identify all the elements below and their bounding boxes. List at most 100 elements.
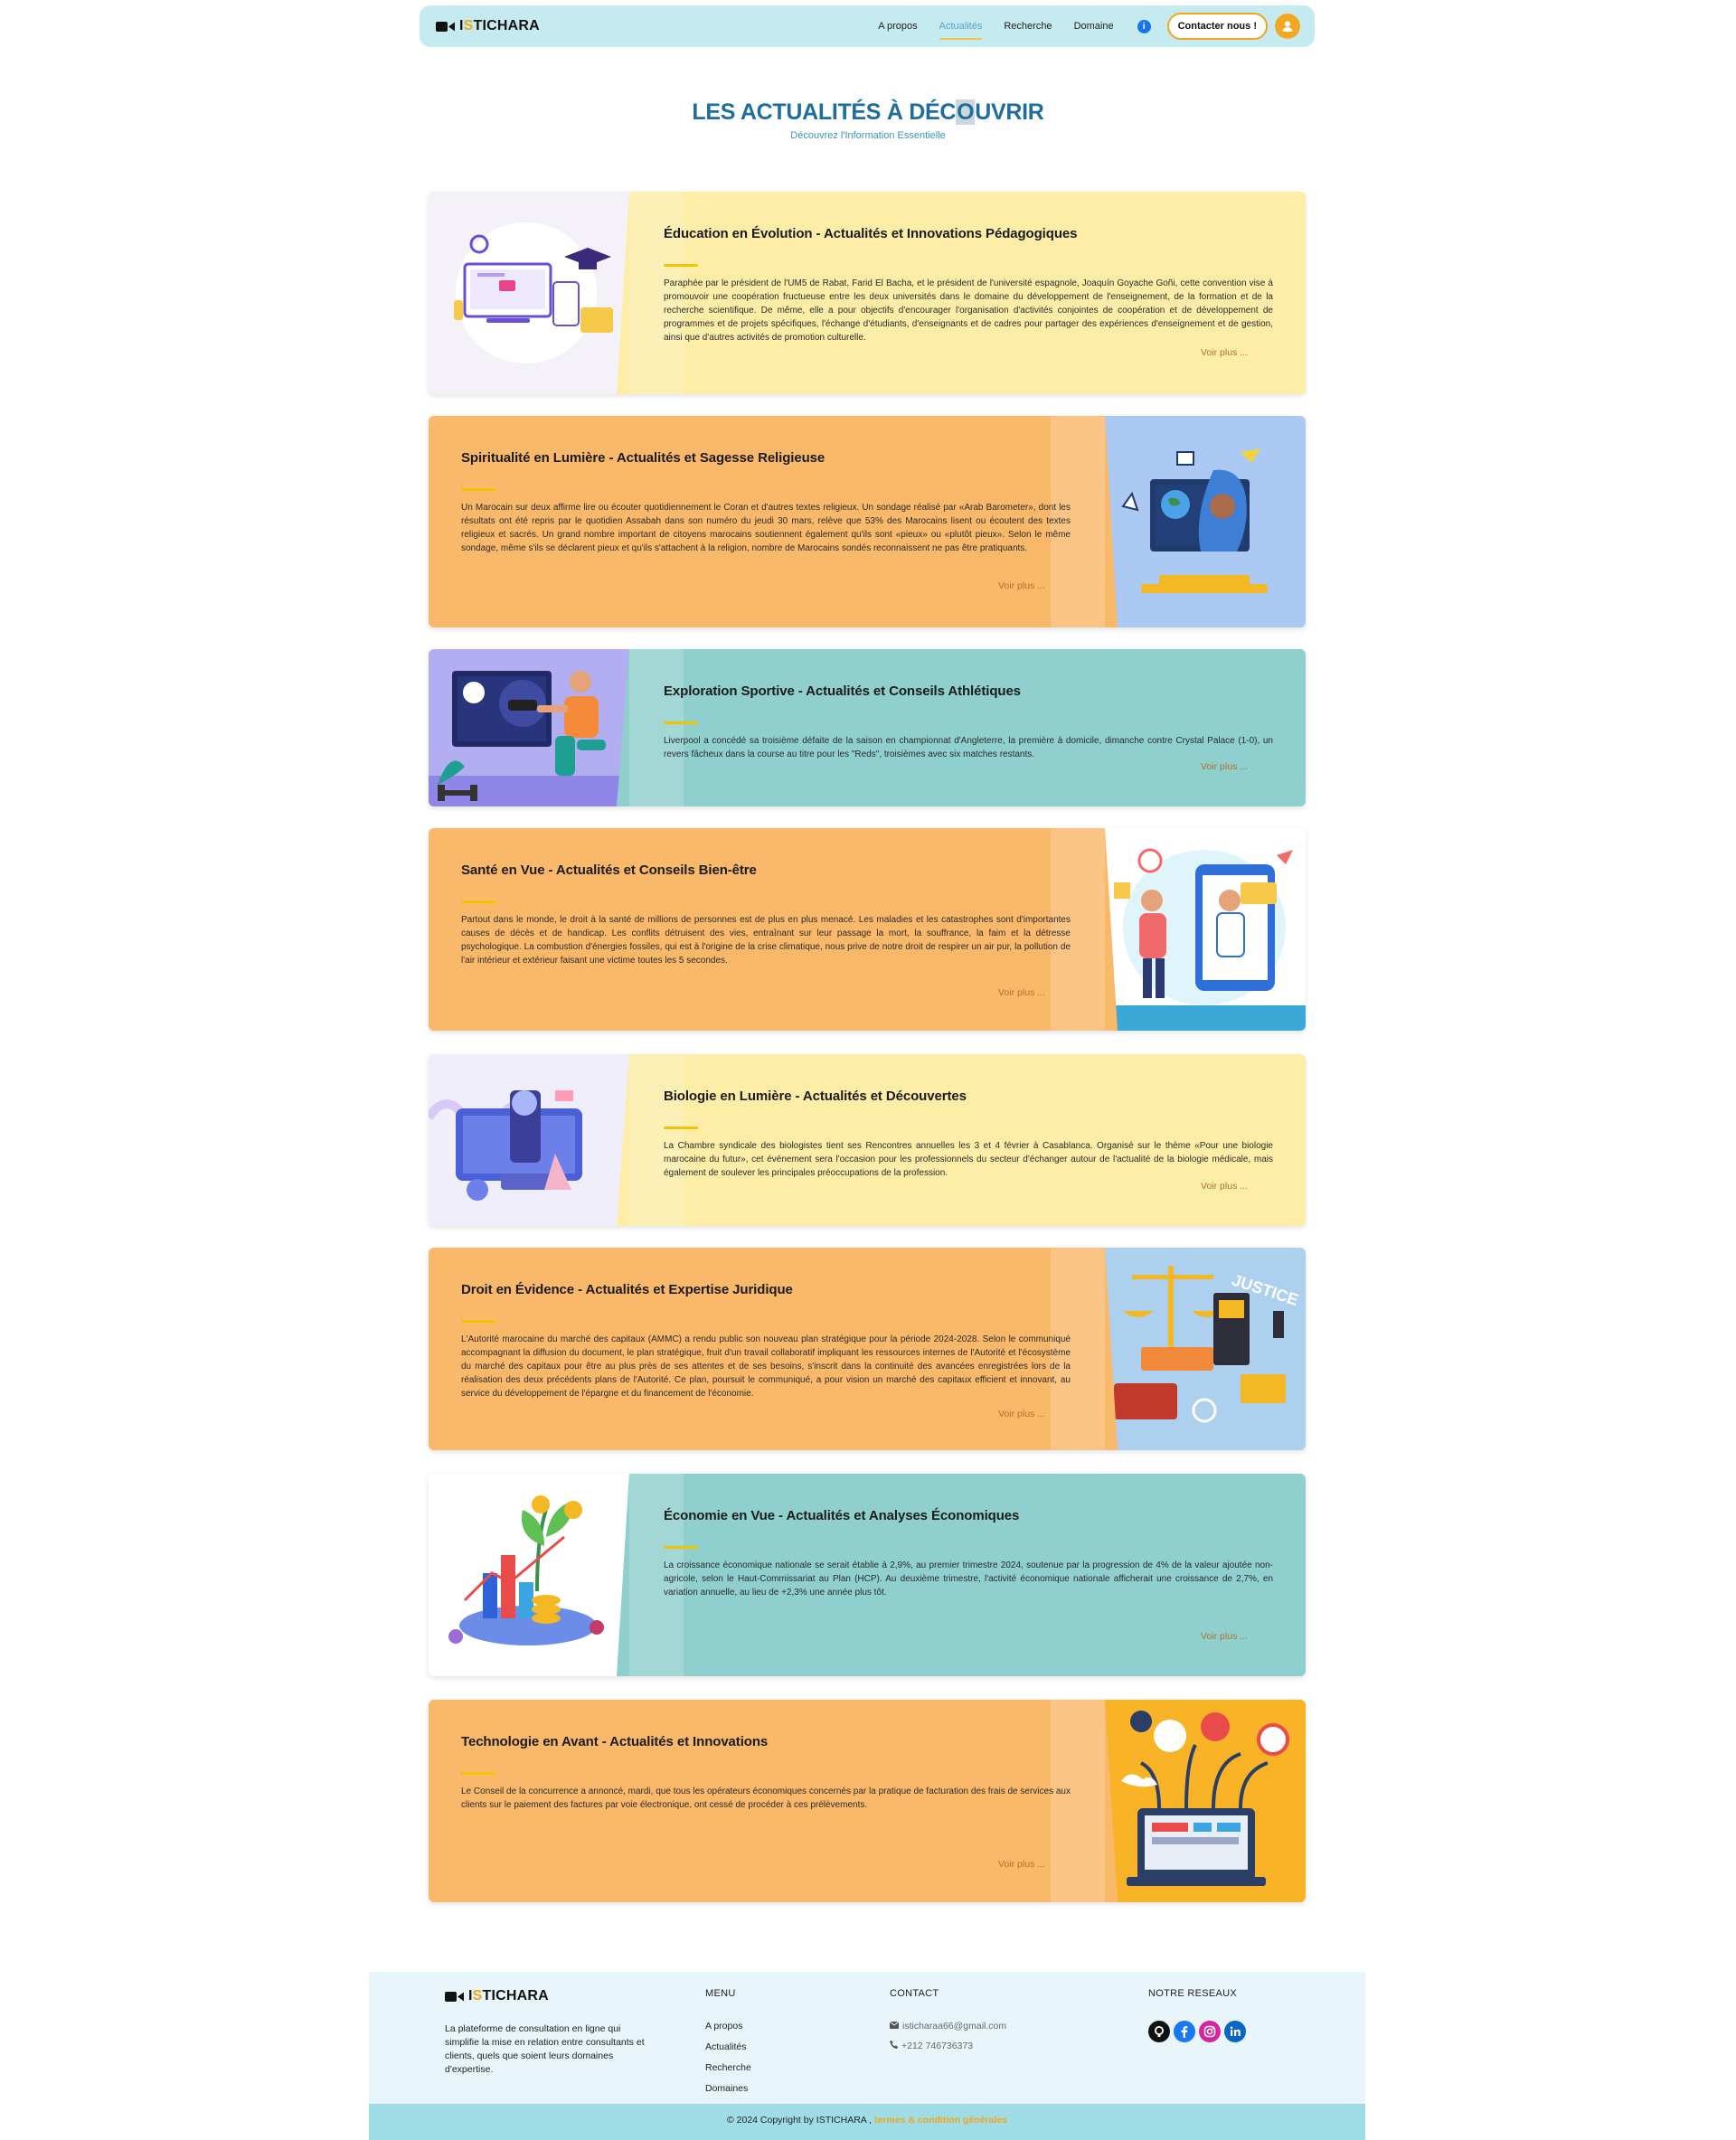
envelope-icon [889, 2021, 900, 2032]
instagram-icon[interactable] [1199, 2021, 1221, 2042]
justice-icon: JUSTICE [1105, 1248, 1306, 1450]
card-content: Santé en Vue - Actualités et Conseils Bi… [461, 828, 1071, 1031]
card-title: Économie en Vue - Actualités et Analyses… [664, 1508, 1020, 1523]
navbar: ISTICHARA A propos Actualités Recherche … [420, 5, 1315, 47]
video-camera-icon [436, 21, 456, 33]
footer-link-actualites[interactable]: Actualités [705, 2041, 751, 2052]
card-content: Économie en Vue - Actualités et Analyses… [664, 1474, 1273, 1676]
footer-social-heading: NOTRE RESEAUX [1148, 1988, 1238, 1999]
card-title: Droit en Évidence - Actualités et Expert… [461, 1282, 793, 1297]
health-icon [1105, 828, 1306, 1031]
card-title: Santé en Vue - Actualités et Conseils Bi… [461, 863, 757, 878]
card-divider [461, 1320, 495, 1323]
card-text: Paraphée par le président de l'UM5 de Ra… [664, 278, 1273, 343]
card-divider [461, 900, 495, 903]
news-card-economy: Économie en Vue - Actualités et Analyses… [429, 1474, 1306, 1676]
copyright-text: © 2024 Copyright by ISTICHARA , [726, 2115, 873, 2126]
footer-social-column: NOTRE RESEAUX [1148, 1988, 1246, 2042]
card-text: La Chambre syndicale des biologistes tie… [664, 1141, 1273, 1178]
card-content: Biologie en Lumière - Actualités et Déco… [664, 1054, 1273, 1226]
card-text: Liverpool a concédé sa troisième défaite… [664, 736, 1273, 759]
education-icon [429, 192, 629, 394]
read-more-link[interactable]: Voir plus ... [1201, 1631, 1248, 1642]
social-links [1148, 2021, 1246, 2042]
sport-icon [429, 649, 629, 806]
terms-link[interactable]: termes & condition générales [874, 2115, 1007, 2126]
card-divider [664, 721, 698, 724]
footer-brand-name: ISTICHARA [468, 1988, 549, 2003]
read-more-link[interactable]: Voir plus ... [998, 987, 1045, 998]
footer-phone[interactable]: +212 746736373 [890, 2041, 1006, 2051]
card-title: Éducation en Évolution - Actualités et I… [664, 226, 1078, 241]
nav-links: A propos Actualités Recherche Domaine i … [867, 13, 1300, 40]
brand-logo[interactable]: ISTICHARA [436, 18, 540, 34]
news-card-law: JUSTICE Droit en Évidence - Actualités e… [429, 1248, 1306, 1450]
footer-contact-heading: CONTACT [890, 1988, 939, 1999]
technology-icon [1105, 1700, 1306, 1902]
card-text: Un Marocain sur deux affirme lire ou éco… [461, 503, 1071, 553]
card-divider [664, 1546, 698, 1549]
religion-icon [1105, 416, 1306, 627]
footer-link-domaines[interactable]: Domaines [705, 2083, 751, 2094]
footer: ISTICHARA La plateforme de consultation … [369, 1972, 1365, 2104]
card-divider [664, 1127, 698, 1129]
read-more-link[interactable]: Voir plus ... [1201, 761, 1248, 772]
biology-icon [429, 1054, 629, 1226]
footer-contact-column: CONTACT isticharaa66@gmail.com +212 7467… [889, 1988, 1007, 2060]
footer-brand-logo[interactable]: ISTICHARA [445, 1988, 649, 2004]
card-divider [664, 264, 698, 267]
copyright-bar: © 2024 Copyright by ISTICHARA , termes &… [369, 2104, 1365, 2140]
footer-email-text: isticharaa66@gmail.com [902, 2021, 1007, 2032]
card-title: Biologie en Lumière - Actualités et Déco… [664, 1089, 967, 1104]
card-title: Technologie en Avant - Actualités et Inn… [461, 1734, 769, 1749]
news-card-religion: Spiritualité en Lumière - Actualités et … [429, 416, 1306, 627]
read-more-link[interactable]: Voir plus ... [998, 1409, 1045, 1419]
footer-link-recherche[interactable]: Recherche [705, 2062, 751, 2073]
footer-link-a-propos[interactable]: A propos [705, 2021, 751, 2032]
phone-icon [890, 2041, 898, 2051]
nav-link-recherche[interactable]: Recherche [993, 17, 1062, 35]
card-text: Le Conseil de la concurrence a annoncé, … [461, 1786, 1071, 1810]
card-divider [461, 488, 495, 491]
card-content: Technologie en Avant - Actualités et Inn… [461, 1700, 1071, 1902]
read-more-link[interactable]: Voir plus ... [998, 580, 1045, 591]
contact-button[interactable]: Contacter nous ! [1166, 13, 1268, 40]
info-icon[interactable]: i [1137, 19, 1151, 33]
card-divider [461, 1772, 495, 1775]
footer-menu-column: MENU A propos Actualités Recherche Domai… [705, 1988, 751, 2104]
linkedin-icon[interactable] [1224, 2021, 1246, 2042]
read-more-link[interactable]: Voir plus ... [998, 1859, 1045, 1870]
github-icon[interactable] [1148, 2021, 1170, 2042]
news-card-sport: Exploration Sportive - Actualités et Con… [429, 649, 1306, 806]
economy-icon [429, 1474, 629, 1676]
news-card-technology: Technologie en Avant - Actualités et Inn… [429, 1700, 1306, 1902]
card-content: Éducation en Évolution - Actualités et I… [664, 192, 1273, 394]
card-text: La croissance économique nationale se se… [664, 1560, 1273, 1598]
nav-link-a-propos[interactable]: A propos [867, 17, 928, 35]
card-content: Droit en Évidence - Actualités et Expert… [461, 1248, 1071, 1450]
news-card-biology: Biologie en Lumière - Actualités et Déco… [429, 1054, 1306, 1226]
read-more-link[interactable]: Voir plus ... [1201, 347, 1248, 358]
card-title: Exploration Sportive - Actualités et Con… [664, 683, 1021, 699]
footer-menu-heading: MENU [705, 1988, 736, 1999]
user-avatar-icon[interactable] [1275, 14, 1300, 39]
page-title: LES ACTUALITÉS À DÉCOUVRIR [692, 99, 1044, 125]
card-text: L'Autorité marocaine du marché des capit… [461, 1334, 1071, 1399]
nav-link-actualites[interactable]: Actualités [929, 17, 994, 40]
card-text: Partout dans le monde, le droit à la san… [461, 915, 1071, 966]
video-camera-icon [445, 1991, 465, 2003]
nav-link-domaine[interactable]: Domaine [1063, 17, 1125, 35]
footer-email[interactable]: isticharaa66@gmail.com [889, 2021, 1007, 2032]
footer-description: La plateforme de consultation en ligne q… [445, 2023, 645, 2075]
card-content: Exploration Sportive - Actualités et Con… [664, 649, 1273, 806]
page-subtitle: Découvrez l'Information Essentielle [790, 130, 946, 141]
card-title: Spiritualité en Lumière - Actualités et … [461, 450, 826, 466]
facebook-icon[interactable] [1174, 2021, 1195, 2042]
read-more-link[interactable]: Voir plus ... [1201, 1181, 1248, 1192]
news-card-health: Santé en Vue - Actualités et Conseils Bi… [429, 828, 1306, 1031]
brand-name: ISTICHARA [459, 18, 540, 33]
footer-phone-text: +212 746736373 [901, 2041, 974, 2051]
footer-brand-column: ISTICHARA La plateforme de consultation … [445, 1988, 649, 2077]
news-card-education: Éducation en Évolution - Actualités et I… [429, 192, 1306, 394]
card-content: Spiritualité en Lumière - Actualités et … [461, 416, 1071, 627]
